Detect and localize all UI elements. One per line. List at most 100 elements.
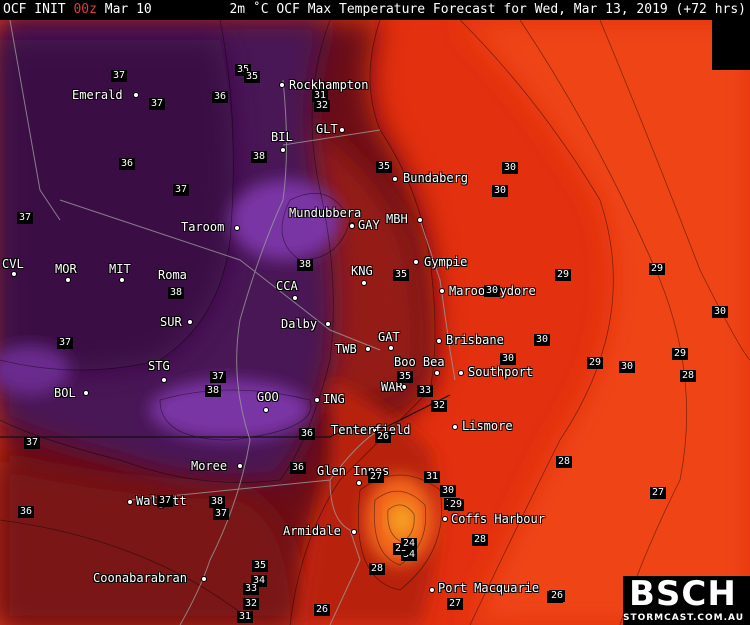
place-label-brisbane: Brisbane — [446, 333, 504, 347]
place-marker — [418, 218, 422, 222]
place-label-bundaberg: Bundaberg — [403, 171, 469, 185]
contour-value-label: 26 — [375, 431, 392, 443]
contour-value-label: 30 — [500, 353, 517, 365]
place-label-roma: Roma — [158, 268, 187, 282]
map-viewer: OCF INIT 00z Mar 10 2m ˚C OCF Max Temper… — [0, 0, 750, 625]
contour-value-label: 30 — [484, 285, 501, 297]
contour-value-label: 37 — [111, 70, 128, 82]
place-marker — [315, 398, 319, 402]
contour-value-label: 28 — [472, 534, 489, 546]
place-label-taroom: Taroom — [181, 220, 225, 234]
place-marker — [84, 391, 88, 395]
contour-value-label: 30 — [534, 334, 551, 346]
place-marker — [281, 148, 285, 152]
place-label-cca: CCA — [276, 279, 298, 293]
place-label-mor: MOR — [55, 262, 77, 276]
place-label-gympie: Gympie — [424, 255, 468, 269]
place-label-gat: GAT — [378, 330, 400, 344]
place-marker — [128, 500, 132, 504]
place-marker — [235, 226, 239, 230]
place-marker — [443, 517, 447, 521]
place-marker — [202, 577, 206, 581]
contour-value-label: 30 — [440, 485, 457, 497]
place-marker — [340, 128, 344, 132]
contour-value-label: 29 — [587, 357, 604, 369]
contour-value-label: 32 — [431, 400, 448, 412]
place-label-kng: KNG — [351, 264, 373, 278]
place-label-coffs-harbour: Coffs Harbour — [451, 512, 545, 526]
place-label-mit: MIT — [109, 262, 131, 276]
contour-value-label: 30 — [492, 185, 509, 197]
contour-value-label: 35 — [397, 371, 414, 383]
contour-value-label: 38 — [168, 287, 185, 299]
contour-value-label: 36 — [119, 158, 136, 170]
contour-value-label: 37 — [57, 337, 74, 349]
place-label-port-macquarie: Port Macquarie — [438, 581, 540, 595]
place-marker — [437, 339, 441, 343]
contour-value-label: 29 — [672, 348, 689, 360]
place-label-sur: SUR — [160, 315, 182, 329]
contour-value-label: 30 — [712, 306, 729, 318]
contour-value-label: 31 — [237, 611, 254, 623]
place-marker — [162, 378, 166, 382]
contour-value-label: 32 — [314, 100, 331, 112]
contour-value-label: 38 — [209, 496, 226, 508]
contour-value-label: 27 — [368, 471, 385, 483]
contour-value-label: 31 — [424, 471, 441, 483]
place-marker — [453, 425, 457, 429]
place-marker — [393, 177, 397, 181]
model-run-label: OCF INIT 00z Mar 10 — [3, 0, 152, 20]
contour-value-label: 32 — [243, 598, 260, 610]
contour-value-label: 35 — [252, 560, 269, 572]
place-marker — [435, 371, 439, 375]
contour-value-label: 38 — [297, 259, 314, 271]
contour-value-label: 29 — [555, 269, 572, 281]
place-label-gay: GAY — [358, 218, 380, 232]
logo-subtext: STORMCAST.COM.AU — [622, 613, 744, 623]
place-marker — [350, 224, 354, 228]
contour-value-label: 30 — [502, 162, 519, 174]
contour-value-label: 33 — [417, 385, 434, 397]
contour-value-label: 27 — [650, 487, 667, 499]
header-bar: OCF INIT 00z Mar 10 2m ˚C OCF Max Temper… — [0, 0, 750, 20]
contour-value-label: 35 — [376, 161, 393, 173]
contour-value-label: 37 — [157, 495, 174, 507]
place-marker — [440, 289, 444, 293]
place-label-southport: Southport — [468, 365, 534, 379]
contour-value-label: 36 — [290, 462, 307, 474]
place-marker — [66, 278, 70, 282]
place-label-boobea: Boo Bea — [394, 355, 445, 369]
place-marker — [352, 530, 356, 534]
contour-value-label: 37 — [17, 212, 34, 224]
place-label-coonabarabran: Coonabarabran — [93, 571, 187, 585]
logo-text: BSCH — [629, 574, 737, 614]
contour-value-label: 24 — [401, 538, 418, 550]
place-label-emerald: Emerald — [72, 88, 123, 102]
place-label-rockhampton: Rockhampton — [289, 78, 369, 92]
place-marker — [357, 481, 361, 485]
place-marker — [264, 408, 268, 412]
place-marker — [326, 322, 330, 326]
contour-value-label: 33 — [243, 583, 260, 595]
contour-value-label: 37 — [173, 184, 190, 196]
place-label-goo: GOO — [257, 390, 279, 404]
field-violet-lobe-goondiwindi — [150, 380, 310, 440]
contour-value-label: 28 — [680, 370, 697, 382]
place-label-twb: TWB — [335, 342, 357, 356]
contour-value-label: 26 — [549, 590, 566, 602]
place-marker — [414, 260, 418, 264]
model-name: OCF INIT — [3, 2, 66, 17]
place-marker — [238, 464, 242, 468]
place-label-bil: BIL — [271, 130, 293, 144]
contour-value-label: 37 — [149, 98, 166, 110]
place-marker — [430, 588, 434, 592]
contour-value-label: 36 — [18, 506, 35, 518]
init-date: Mar 10 — [104, 2, 152, 17]
place-label-moree: Moree — [191, 459, 228, 473]
place-label-glt: GLT — [316, 122, 338, 136]
contour-value-label: 27 — [447, 598, 464, 610]
place-marker — [366, 347, 370, 351]
place-label-mundubbera: Mundubbera — [289, 206, 362, 220]
place-marker — [188, 320, 192, 324]
contour-value-label: 35 — [244, 71, 261, 83]
